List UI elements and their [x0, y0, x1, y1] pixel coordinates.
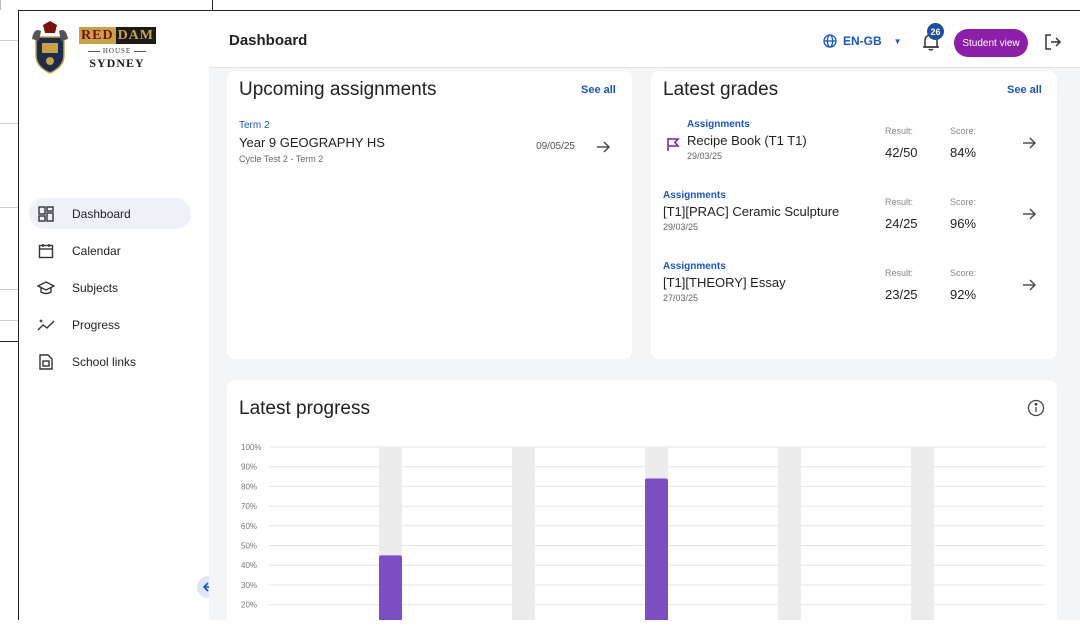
- result-label: Result:: [885, 268, 914, 278]
- y-tick-label: 90%: [241, 463, 257, 472]
- grade-name: [T1][THEORY] Essay: [663, 275, 786, 290]
- grade-date: 29/03/25: [663, 222, 699, 232]
- sidebar-item-progress[interactable]: Progress: [29, 309, 191, 340]
- grade-row[interactable]: Assignments [T1][PRAC] Ceramic Sculpture…: [663, 190, 1047, 250]
- y-tick-label: 80%: [241, 482, 257, 491]
- y-tick-label: 100%: [241, 443, 261, 452]
- score-value: 84%: [950, 145, 977, 160]
- top-header: Dashboard EN-GB ▼ 26 Student view: [209, 11, 1080, 68]
- subjects-icon: [37, 279, 55, 297]
- grade-category: Assignments: [687, 119, 750, 130]
- sidebar-item-label: Calendar: [72, 243, 121, 258]
- grade-row[interactable]: Assignments Recipe Book (T1 T1) 29/03/25…: [663, 119, 1047, 179]
- y-tick-label: 30%: [241, 581, 257, 590]
- flag-icon: [667, 138, 680, 151]
- assignment-item[interactable]: Term 2 Year 9 GEOGRAPHY HS Cycle Test 2 …: [239, 120, 613, 164]
- main-content: Dashboard EN-GB ▼ 26 Student view Upcomi…: [209, 11, 1080, 640]
- sidebar-item-calendar[interactable]: Calendar: [29, 235, 191, 266]
- assignment-date: 09/05/25: [536, 141, 575, 152]
- arrow-right-icon[interactable]: [1021, 135, 1037, 151]
- bar-track: [911, 447, 934, 620]
- card-title: Latest grades: [663, 79, 779, 100]
- y-tick-label: 50%: [241, 542, 257, 551]
- upcoming-assignments-card: Upcoming assignments See all Term 2 Year…: [227, 71, 632, 359]
- student-view-button[interactable]: Student view: [954, 29, 1028, 57]
- sidebar-item-dashboard[interactable]: Dashboard: [29, 198, 191, 229]
- notification-badge: 26: [927, 23, 944, 40]
- school-logo[interactable]: RED DAM HOUSE SYDNEY: [31, 21, 159, 81]
- arrow-right-icon[interactable]: [595, 139, 611, 155]
- y-tick-label: 70%: [241, 502, 257, 511]
- arrow-right-icon[interactable]: [1021, 277, 1037, 293]
- sidebar: RED DAM HOUSE SYDNEY Dashboard Calendar: [19, 11, 209, 620]
- sidebar-item-label: Progress: [72, 317, 121, 332]
- bar-track: [512, 447, 535, 620]
- brand-city: SYDNEY: [89, 56, 145, 70]
- sidebar-nav: Dashboard Calendar Subjects Progress Sch…: [29, 198, 191, 383]
- language-label: EN-GB: [843, 34, 882, 48]
- calendar-icon: [37, 242, 55, 260]
- assignment-term: Term 2: [239, 120, 270, 131]
- grade-name: [T1][PRAC] Ceramic Sculpture: [663, 204, 840, 219]
- latest-progress-card: Latest progress 100% 90% 80% 70% 60% 50% 40% 30…: [227, 380, 1057, 640]
- y-tick-label: 20%: [241, 601, 257, 610]
- brand-wordmark: RED DAM HOUSE SYDNEY: [79, 27, 156, 71]
- sidebar-item-label: School links: [72, 354, 137, 369]
- brand-name-part1: RED: [79, 27, 116, 44]
- brand-house: HOUSE: [79, 47, 155, 55]
- sidebar-item-label: Dashboard: [72, 206, 131, 221]
- see-all-assignments-link[interactable]: See all: [581, 84, 616, 96]
- score-value: 92%: [950, 287, 977, 302]
- logout-icon[interactable]: [1044, 33, 1062, 51]
- progress-bar[interactable]: [379, 555, 402, 620]
- school-links-icon: [37, 353, 55, 371]
- language-selector[interactable]: EN-GB ▼: [823, 34, 902, 48]
- grade-name: Recipe Book (T1 T1): [687, 133, 807, 148]
- card-title: Upcoming assignments: [239, 79, 437, 100]
- grade-category: Assignments: [663, 261, 726, 272]
- result-label: Result:: [885, 197, 914, 207]
- result-value: 23/25: [885, 287, 918, 302]
- brand-name-part2: DAM: [115, 27, 156, 44]
- y-tick-label: 40%: [241, 561, 257, 570]
- school-crest-icon: [32, 21, 68, 74]
- latest-grades-card: Latest grades See all Assignments Recipe…: [651, 71, 1057, 359]
- score-label: Score:: [950, 126, 977, 136]
- app-window: RED DAM HOUSE SYDNEY Dashboard Calendar: [18, 10, 1080, 640]
- dashboard-icon: [37, 205, 55, 223]
- grade-date: 29/03/25: [687, 151, 723, 161]
- result-value: 24/25: [885, 216, 918, 231]
- assignment-subtitle: Cycle Test 2 - Term 2: [239, 154, 324, 164]
- page-title: Dashboard: [229, 32, 308, 49]
- score-label: Score:: [950, 197, 977, 207]
- result-label: Result:: [885, 126, 914, 136]
- progress-chart: 100% 90% 80% 70% 60% 50% 40% 30% 20%: [241, 443, 1045, 620]
- score-label: Score:: [950, 268, 977, 278]
- sidebar-item-school-links[interactable]: School links: [29, 346, 191, 377]
- progress-bar[interactable]: [645, 478, 668, 620]
- result-value: 42/50: [885, 145, 918, 160]
- y-tick-label: 60%: [241, 522, 257, 531]
- score-value: 96%: [950, 216, 977, 231]
- bar-track: [778, 447, 801, 620]
- grade-row[interactable]: Assignments [T1][THEORY] Essay 27/03/25 …: [663, 261, 1047, 321]
- see-all-grades-link[interactable]: See all: [1007, 84, 1042, 96]
- globe-icon: [823, 34, 837, 48]
- grade-category: Assignments: [663, 190, 726, 201]
- sidebar-item-subjects[interactable]: Subjects: [29, 272, 191, 303]
- sidebar-item-label: Subjects: [72, 280, 119, 295]
- grade-date: 27/03/25: [663, 293, 699, 303]
- progress-icon: [37, 316, 55, 334]
- chevron-down-icon: ▼: [893, 36, 902, 46]
- arrow-right-icon[interactable]: [1021, 206, 1037, 222]
